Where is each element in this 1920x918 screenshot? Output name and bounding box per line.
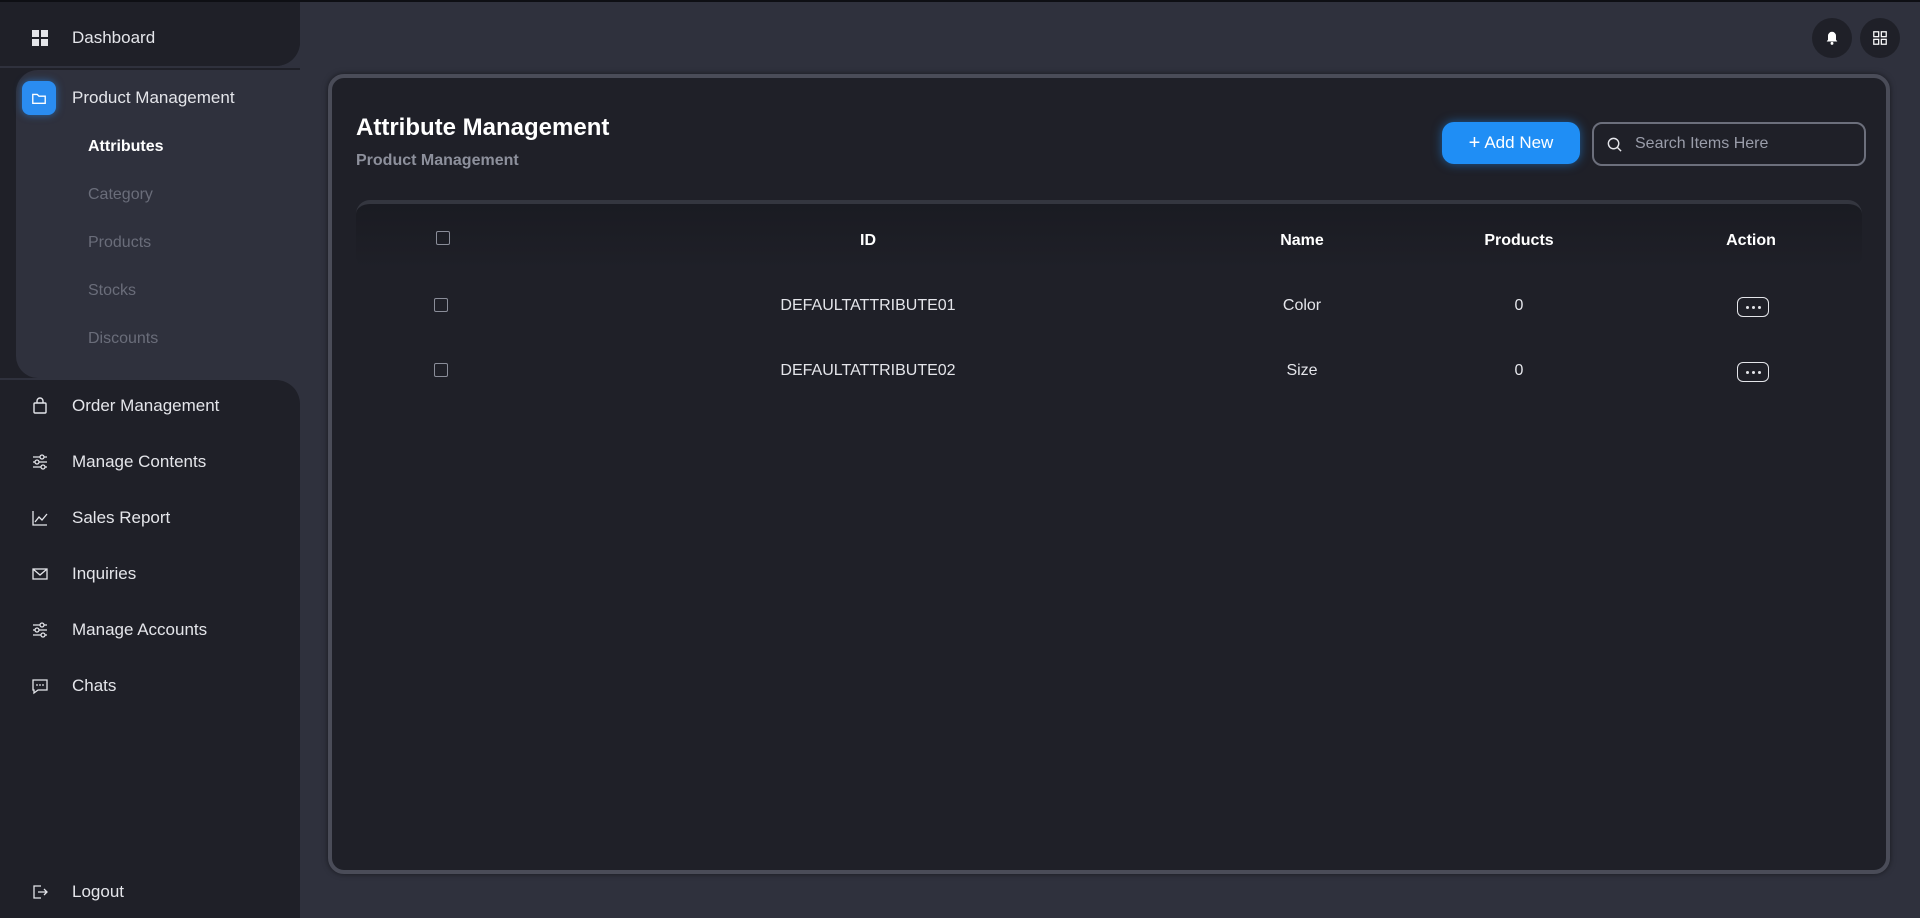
table-header — [356, 200, 1862, 270]
search-input[interactable] — [1635, 135, 1835, 153]
line-chart-icon — [28, 506, 52, 530]
column-header-products: Products — [1484, 232, 1554, 249]
bell-icon — [1826, 31, 1838, 45]
sidebar-item-label: Dashboard — [72, 28, 156, 47]
cell-products: 0 — [1514, 362, 1524, 379]
select-all-checkbox[interactable] — [436, 231, 450, 245]
sidebar-item-label: Order Management — [72, 396, 220, 415]
sidebar-sub-discounts[interactable]: Discounts — [88, 330, 158, 348]
sidebar-item-label: Manage Contents — [72, 452, 207, 471]
envelope-icon — [28, 562, 52, 586]
cell-id: DEFAULTATTRIBUTE02 — [780, 362, 956, 379]
sidebar-item-label: Sales Report — [72, 508, 171, 527]
apps-grid-icon — [1873, 31, 1887, 45]
row-action-button[interactable] — [1737, 297, 1769, 317]
sidebar-item-label: Product Management — [72, 88, 235, 107]
column-header-name: Name — [1280, 232, 1324, 249]
cell-id: DEFAULTATTRIBUTE01 — [780, 297, 956, 314]
sidebar-item-label: Logout — [72, 882, 124, 901]
grid-icon — [28, 26, 52, 50]
logout-icon — [28, 880, 52, 904]
sidebar-sub-stocks[interactable]: Stocks — [88, 282, 136, 300]
folder-icon — [22, 81, 56, 115]
page-title: Attribute Management — [356, 114, 610, 141]
chat-icon — [28, 674, 52, 698]
add-new-label: Add New — [1484, 133, 1554, 152]
search-box[interactable] — [1592, 122, 1866, 166]
cell-name: Size — [1286, 362, 1318, 379]
sliders-icon — [28, 618, 52, 642]
add-new-button[interactable]: + Add New — [1442, 122, 1580, 164]
apps-button[interactable] — [1860, 18, 1900, 58]
row-action-button[interactable] — [1737, 362, 1769, 382]
sidebar-item-chats[interactable]: Chats — [0, 658, 300, 714]
breadcrumb: Product Management — [356, 152, 519, 169]
shopping-bag-icon — [28, 394, 52, 418]
search-icon — [1607, 137, 1622, 152]
cell-name: Color — [1282, 297, 1322, 314]
column-header-id: ID — [860, 232, 876, 249]
sidebar-item-product-management[interactable]: Product Management — [22, 78, 235, 118]
product-management-group: Product Management Attributes Category P… — [16, 70, 300, 378]
cell-products: 0 — [1514, 297, 1524, 314]
sidebar-item-label: Manage Accounts — [72, 620, 208, 639]
column-header-action: Action — [1726, 232, 1776, 249]
attribute-card: Attribute Management Product Management … — [328, 74, 1890, 874]
sidebar-item-label: Chats — [72, 676, 117, 695]
sidebar-item-logout[interactable]: Logout — [0, 864, 300, 918]
sidebar-sub-products[interactable]: Products — [88, 234, 151, 252]
sidebar: Dashboard Product Management Attributes … — [0, 2, 300, 918]
sliders-icon — [28, 450, 52, 474]
notification-button[interactable] — [1812, 18, 1852, 58]
row-checkbox[interactable] — [434, 298, 448, 312]
sidebar-item-order-management[interactable]: Order Management — [0, 378, 300, 434]
sidebar-item-manage-contents[interactable]: Manage Contents — [0, 434, 300, 490]
plus-icon: + — [1468, 132, 1481, 154]
sidebar-item-label: Inquiries — [72, 564, 137, 583]
sidebar-item-sales-report[interactable]: Sales Report — [0, 490, 300, 546]
sidebar-sub-category[interactable]: Category — [88, 186, 153, 204]
row-checkbox[interactable] — [434, 363, 448, 377]
sidebar-item-inquiries[interactable]: Inquiries — [0, 546, 300, 602]
sidebar-sub-attributes[interactable]: Attributes — [88, 138, 164, 156]
sidebar-item-manage-accounts[interactable]: Manage Accounts — [0, 602, 300, 658]
sidebar-item-dashboard[interactable]: Dashboard — [0, 10, 300, 66]
